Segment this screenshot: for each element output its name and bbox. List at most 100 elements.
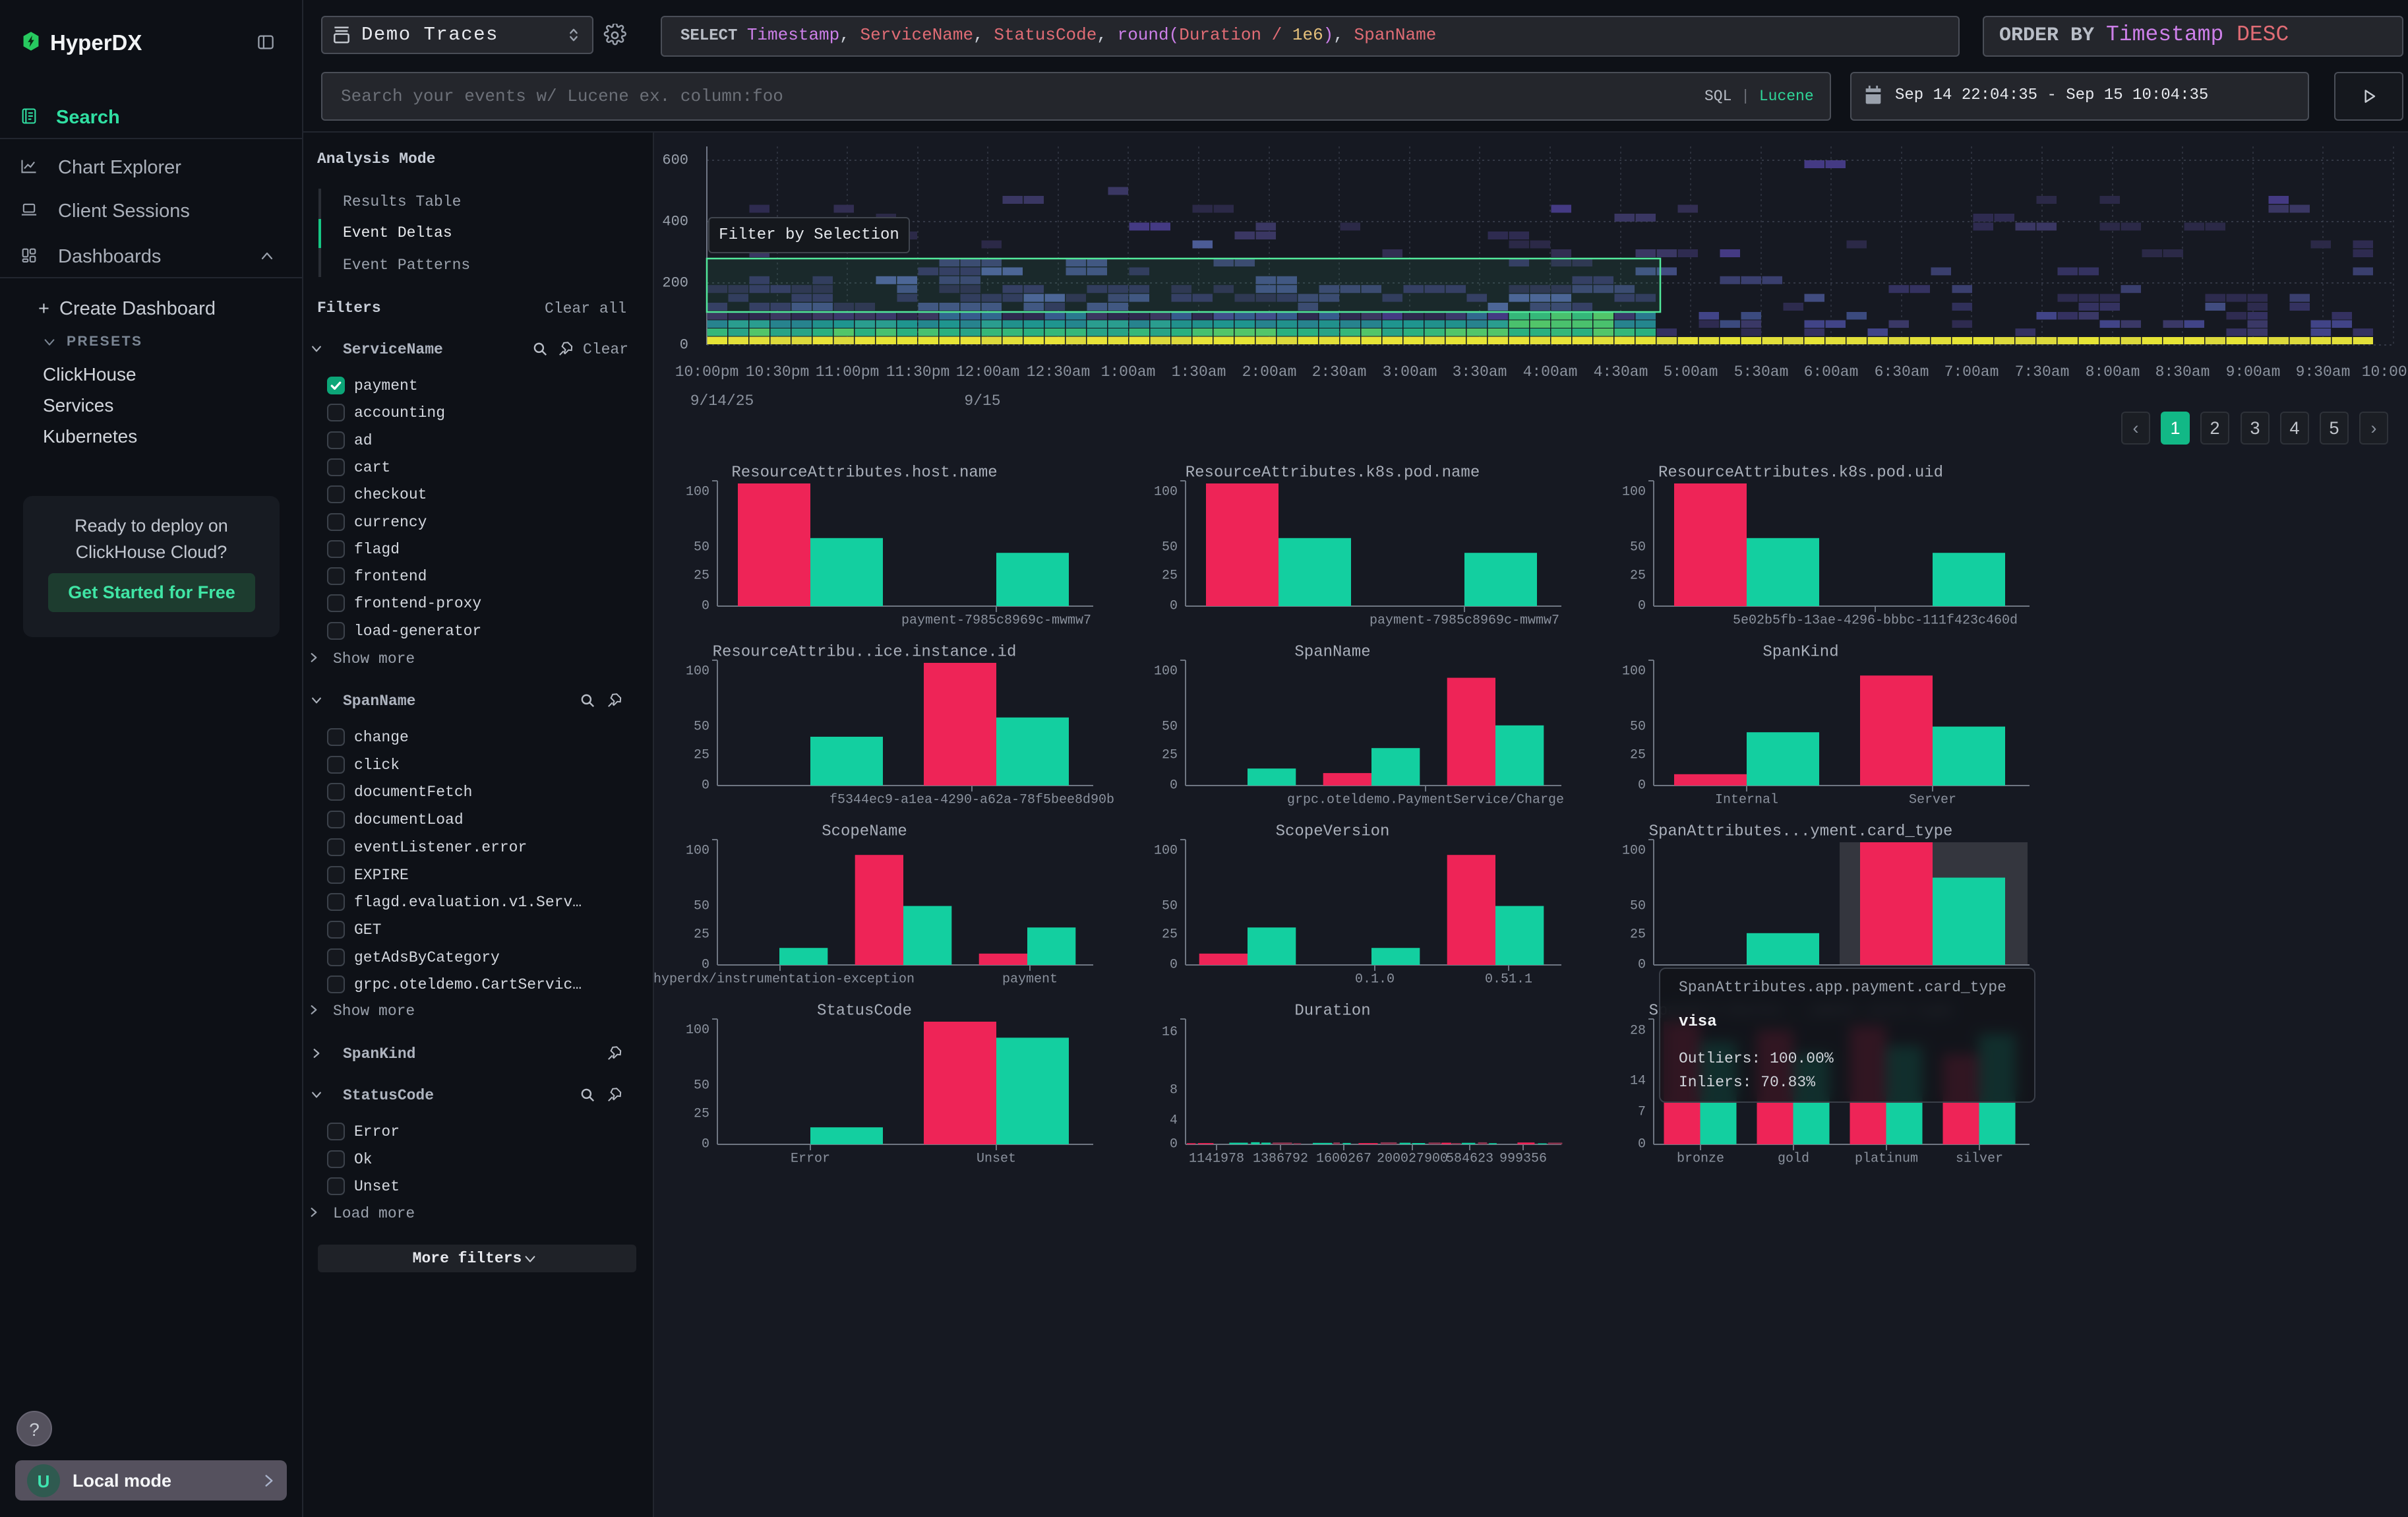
svg-text:9:30am: 9:30am bbox=[2296, 363, 2351, 381]
svg-text:10:00pm: 10:00pm bbox=[675, 363, 739, 381]
svg-text:100: 100 bbox=[1622, 844, 1646, 859]
svg-text:25: 25 bbox=[1630, 569, 1646, 584]
svg-text:25: 25 bbox=[1630, 927, 1646, 943]
svg-text:ResourceAttribu..ice.instance.: ResourceAttribu..ice.instance.id bbox=[713, 644, 1017, 662]
svg-text:12:00am: 12:00am bbox=[956, 363, 1020, 381]
svg-text:14: 14 bbox=[1630, 1074, 1646, 1089]
svg-text:50: 50 bbox=[1162, 899, 1178, 914]
svg-text:Duration: Duration bbox=[1294, 1003, 1370, 1020]
svg-text:0: 0 bbox=[702, 958, 709, 973]
svg-text:5:30am: 5:30am bbox=[1734, 363, 1789, 381]
svg-text:10:00am: 10:00am bbox=[2362, 363, 2408, 381]
svg-text:Server: Server bbox=[1909, 793, 1956, 808]
svg-text:50: 50 bbox=[1630, 540, 1646, 555]
svg-text:50: 50 bbox=[694, 540, 709, 555]
svg-text:0: 0 bbox=[1638, 1137, 1646, 1152]
svg-text:StatusCode: StatusCode bbox=[817, 1003, 912, 1020]
svg-text:25: 25 bbox=[694, 1107, 709, 1122]
svg-text:50: 50 bbox=[1162, 720, 1178, 735]
svg-text:25: 25 bbox=[1162, 927, 1178, 943]
svg-text:0.1.0: 0.1.0 bbox=[1355, 972, 1395, 987]
svg-text:8:00am: 8:00am bbox=[2086, 363, 2140, 381]
svg-text:3:30am: 3:30am bbox=[1453, 363, 1507, 381]
svg-text:100: 100 bbox=[1154, 844, 1178, 859]
svg-text:Unset: Unset bbox=[977, 1152, 1016, 1167]
svg-text:4: 4 bbox=[1170, 1113, 1178, 1129]
svg-text:2:00am: 2:00am bbox=[1242, 363, 1297, 381]
svg-text:0: 0 bbox=[680, 337, 688, 354]
svg-text:0: 0 bbox=[702, 778, 709, 793]
svg-text:payment: payment bbox=[1002, 972, 1058, 987]
svg-text:10:30pm: 10:30pm bbox=[746, 363, 810, 381]
svg-text:silver: silver bbox=[1956, 1152, 2003, 1167]
svg-text:25: 25 bbox=[1630, 748, 1646, 763]
svg-text:1141978: 1141978 bbox=[1189, 1152, 1244, 1167]
svg-text:Internal: Internal bbox=[1715, 793, 1778, 808]
svg-text:2:30am: 2:30am bbox=[1312, 363, 1367, 381]
svg-text:100: 100 bbox=[1622, 664, 1646, 679]
svg-text:grpc.oteldemo.PaymentService/C: grpc.oteldemo.PaymentService/Charge bbox=[1287, 793, 1564, 808]
svg-text:ScopeVersion: ScopeVersion bbox=[1276, 823, 1390, 841]
svg-text:25: 25 bbox=[1162, 748, 1178, 763]
svg-text:gold: gold bbox=[1778, 1152, 1809, 1167]
svg-text:200027900: 200027900 bbox=[1377, 1152, 1448, 1167]
svg-text:Error: Error bbox=[791, 1152, 830, 1167]
svg-text:200: 200 bbox=[662, 275, 688, 292]
svg-text:1386792: 1386792 bbox=[1253, 1152, 1308, 1167]
svg-text:50: 50 bbox=[1162, 540, 1178, 555]
svg-text:100: 100 bbox=[1622, 485, 1646, 500]
svg-text:6:30am: 6:30am bbox=[1875, 363, 1929, 381]
svg-text:0: 0 bbox=[702, 599, 709, 614]
svg-text:0: 0 bbox=[1170, 958, 1178, 973]
svg-text:@hyperdx/instrumentation-excep: @hyperdx/instrumentation-exception bbox=[646, 972, 915, 987]
svg-text:100: 100 bbox=[1154, 485, 1178, 500]
svg-text:4:00am: 4:00am bbox=[1523, 363, 1578, 381]
svg-text:0: 0 bbox=[1170, 1137, 1178, 1152]
svg-text:SpanName: SpanName bbox=[1294, 644, 1370, 662]
svg-text:7:30am: 7:30am bbox=[2015, 363, 2070, 381]
svg-text:1:00am: 1:00am bbox=[1101, 363, 1156, 381]
svg-text:25: 25 bbox=[1162, 569, 1178, 584]
svg-text:SpanKind: SpanKind bbox=[1762, 644, 1838, 662]
svg-text:3:00am: 3:00am bbox=[1383, 363, 1437, 381]
svg-text:11:00pm: 11:00pm bbox=[816, 363, 880, 381]
svg-text:4:30am: 4:30am bbox=[1594, 363, 1648, 381]
svg-text:9:00am: 9:00am bbox=[2226, 363, 2281, 381]
svg-text:1600267: 1600267 bbox=[1316, 1152, 1371, 1167]
svg-text:50: 50 bbox=[694, 1078, 709, 1094]
svg-text:25: 25 bbox=[694, 748, 709, 763]
svg-text:platinum: platinum bbox=[1855, 1152, 1918, 1167]
svg-text:SpanAttributes...yment.card_ty: SpanAttributes...yment.card_type bbox=[1649, 823, 1953, 841]
svg-text:f5344ec9-a1ea-4290-a62a-78f5be: f5344ec9-a1ea-4290-a62a-78f5bee8d90b bbox=[829, 793, 1114, 808]
svg-text:ScopeName: ScopeName bbox=[822, 823, 907, 841]
svg-text:50: 50 bbox=[694, 720, 709, 735]
svg-text:16: 16 bbox=[1162, 1025, 1178, 1040]
svg-text:100: 100 bbox=[686, 1023, 709, 1038]
svg-text:0: 0 bbox=[1638, 958, 1646, 973]
svg-text:9/15: 9/15 bbox=[964, 392, 1000, 410]
svg-text:100: 100 bbox=[686, 485, 709, 500]
svg-text:50: 50 bbox=[1630, 720, 1646, 735]
svg-text:0: 0 bbox=[1638, 599, 1646, 614]
svg-text:ResourceAttributes.host.name: ResourceAttributes.host.name bbox=[731, 464, 997, 482]
svg-text:6:00am: 6:00am bbox=[1804, 363, 1859, 381]
svg-text:100: 100 bbox=[686, 844, 709, 859]
svg-text:50: 50 bbox=[694, 899, 709, 914]
svg-text:7: 7 bbox=[1638, 1105, 1646, 1120]
svg-text:11:30pm: 11:30pm bbox=[886, 363, 950, 381]
svg-text:999356: 999356 bbox=[1499, 1152, 1547, 1167]
svg-text:25: 25 bbox=[694, 927, 709, 943]
svg-text:1:30am: 1:30am bbox=[1172, 363, 1226, 381]
svg-text:7:00am: 7:00am bbox=[1944, 363, 1999, 381]
svg-text:100: 100 bbox=[1154, 664, 1178, 679]
svg-text:28: 28 bbox=[1630, 1024, 1646, 1039]
svg-text:bronze: bronze bbox=[1677, 1152, 1724, 1167]
svg-text:584623: 584623 bbox=[1446, 1152, 1493, 1167]
svg-text:ResourceAttributes.k8s.pod.nam: ResourceAttributes.k8s.pod.name bbox=[1186, 464, 1480, 482]
svg-text:400: 400 bbox=[662, 214, 688, 230]
svg-text:5:00am: 5:00am bbox=[1664, 363, 1718, 381]
svg-text:ResourceAttributes.k8s.pod.uid: ResourceAttributes.k8s.pod.uid bbox=[1658, 464, 1943, 482]
svg-text:50: 50 bbox=[1630, 899, 1646, 914]
svg-text:9/14/25: 9/14/25 bbox=[690, 392, 754, 410]
svg-text:payment-7985c8969c-mwmw7: payment-7985c8969c-mwmw7 bbox=[1370, 613, 1559, 629]
